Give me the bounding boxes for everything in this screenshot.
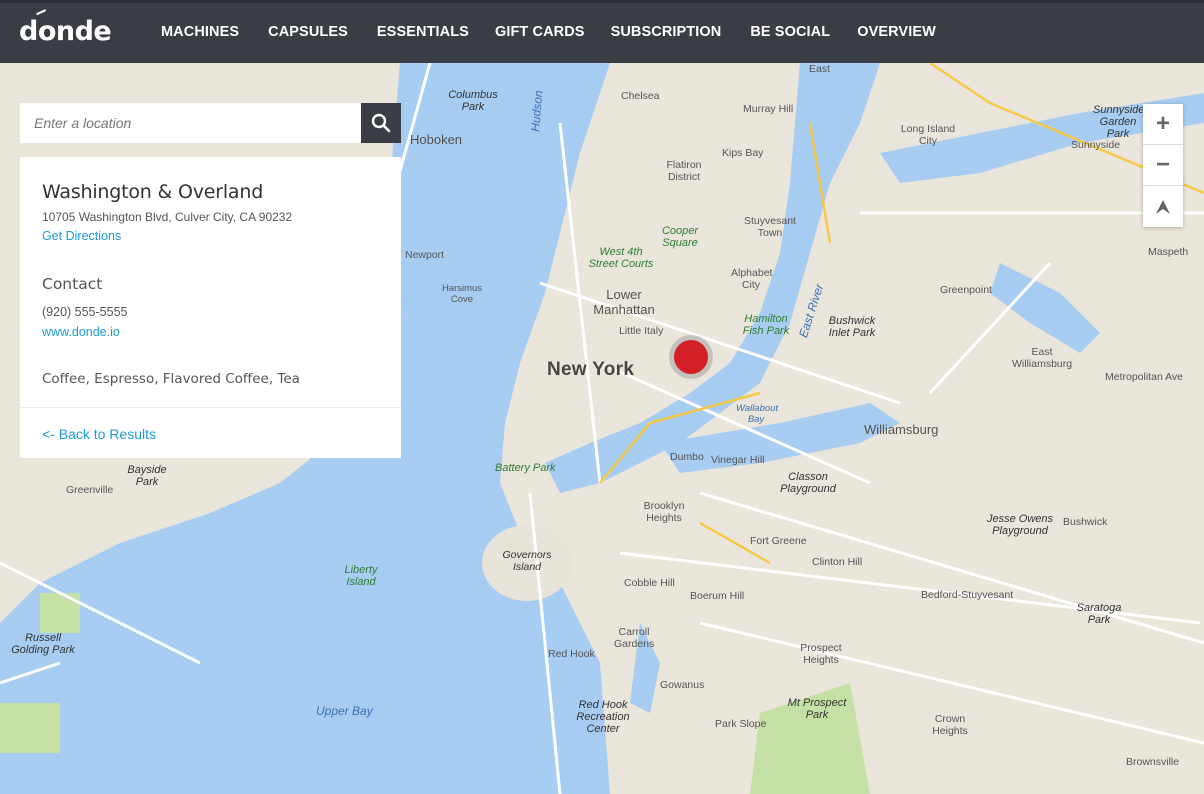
map-label-new-york: New York [547,359,635,380]
map-label-newport: Newport [405,249,445,261]
map-label-russell-golding: Russell Golding Park [11,632,75,656]
map-label-bayside-park: Bayside Park [127,464,167,488]
map-label-murray-hill: Murray Hill [743,103,794,115]
map-label-dumbo: Dumbo [670,451,704,463]
map-label-west-4th: West 4th Street Courts [588,246,654,270]
map-label-battery-park: Battery Park [495,462,556,474]
map-label-hamilton-fish: Hamilton Fish Park [742,313,790,337]
map-label-chelsea: Chelsea [621,90,660,102]
search-icon [371,113,391,133]
search-button[interactable] [361,103,401,143]
map-zoom-controls: + − [1143,104,1183,227]
location-marker[interactable] [674,340,708,374]
map-label-east: East [809,63,831,75]
zoom-in-button[interactable]: + [1143,104,1183,145]
map-label-bedford-stuyvesant: Bedford-Stuyvesant [921,589,1014,601]
map-label-liberty-island: Liberty Island [344,564,378,588]
map-label-sunnyside-gardens: Sunnyside Garden Park [1093,104,1145,140]
map-label-greenpoint: Greenpoint [940,284,992,296]
nav-item-essentials[interactable]: ESSENTIALS [377,24,469,40]
map-label-brooklyn-heights: Brooklyn Heights [643,500,685,524]
map-label-upper-bay: Upper Bay [316,704,373,718]
map-label-williamsburg: Williamsburg [864,422,939,437]
map-label-saratoga: Saratoga Park [1076,602,1122,626]
back-to-results-link[interactable]: <- Back to Results [42,426,156,442]
map-label-cooper-square: Cooper Square [661,225,699,249]
location-search-input[interactable] [20,103,361,143]
map-label-sunnyside: Sunnyside [1071,139,1121,151]
map-label-governors-island: Governors Island [502,549,552,573]
location-detail-card: Washington & Overland 10705 Washington B… [20,157,401,458]
get-directions-link[interactable]: Get Directions [42,229,121,243]
location-search [20,103,401,143]
contact-phone: (920) 555-5555 [42,305,128,319]
map-label-boerum-hill: Boerum Hill [690,590,745,602]
map-label-red-hook: Red Hook [548,648,595,660]
map-label-flatiron: Flatiron District [666,159,702,183]
map-label-vinegar-hill: Vinegar Hill [711,454,765,466]
map-label-long-island-city: Long Island City [900,123,956,147]
map-label-stuyvesant: Stuyvesant Town [744,215,796,239]
map-label-little-italy: Little Italy [619,325,664,337]
nav-item-capsules[interactable]: CAPSULES [268,24,348,40]
map-label-red-hook-rec: Red Hook Recreation Center [576,699,630,735]
main-nav: MACHINES CAPSULES ESSENTIALS GIFT CARDS … [161,0,965,63]
map-label-mt-prospect: Mt Prospect Park [787,697,847,721]
map-label-bushwick-inlet: Bushwick Inlet Park [828,315,876,339]
website-link[interactable]: www.donde.io [42,325,120,339]
map-label-kips-bay: Kips Bay [722,147,764,159]
map-label-alphabet-city: Alphabet City [731,267,773,291]
contact-heading: Contact [42,275,103,293]
card-divider [20,407,401,408]
map-label-metropolitan: Metropolitan Ave [1105,371,1184,383]
map-label-clinton-hill: Clinton Hill [812,556,863,568]
map-label-crown-heights: Crown Heights [932,713,968,737]
map-label-harsimus: Harsimus Cove [441,283,483,305]
nav-item-overview[interactable]: OVERVIEW [857,24,936,40]
map-label-greenville: Greenville [66,484,114,496]
map-label-east-williamsburg: East Williamsburg [1012,346,1073,370]
map-label-bushwick: Bushwick [1063,516,1108,528]
map-label-cobble-hill: Cobble Hill [624,577,675,589]
product-tags: Coffee, Espresso, Flavored Coffee, Tea [42,371,300,387]
location-address: 10705 Washington Blvd, Culver City, CA 9… [42,210,293,224]
map-label-park-slope: Park Slope [715,718,767,730]
nav-item-gift-cards[interactable]: GIFT CARDS [495,24,585,40]
map-label-brownsville: Brownsville [1126,756,1180,768]
map-label-columbus-park: Columbus Park [448,89,498,113]
map-label-prospect-heights: Prospect Heights [800,642,842,666]
top-navigation-bar: donde MACHINES CAPSULES ESSENTIALS GIFT … [0,0,1204,63]
location-name: Washington & Overland [42,181,264,203]
nav-item-subscription[interactable]: SUBSCRIPTION [611,24,722,40]
zoom-out-button[interactable]: − [1143,145,1183,186]
map-label-maspeth: Maspeth [1148,246,1189,258]
compass-icon [1156,199,1170,214]
logo-text: donde [19,16,112,47]
map-label-lower-manhattan: Lower Manhattan [593,287,655,317]
map-label-fort-greene: Fort Greene [750,535,807,547]
donde-logo[interactable]: donde [19,9,112,47]
compass-button[interactable] [1143,186,1183,227]
nav-item-be-social[interactable]: BE SOCIAL [750,24,830,40]
map-label-wallabout: Wallabout Bay [736,403,779,425]
nav-item-machines[interactable]: MACHINES [161,24,239,40]
map-label-hoboken: Hoboken [410,132,463,147]
map-label-carroll-gardens: Carroll Gardens [614,626,655,650]
map-label-classon: Classon Playground [780,471,836,495]
map-label-jesse-owens: Jesse Owens Playground [986,513,1054,537]
map-label-gowanus: Gowanus [660,679,705,691]
